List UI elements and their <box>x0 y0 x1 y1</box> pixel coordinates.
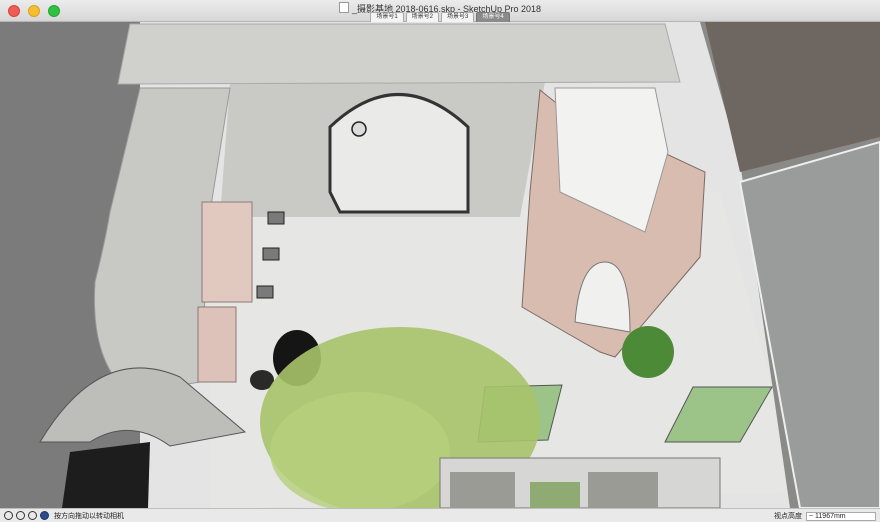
green-table <box>530 482 580 508</box>
potted-plant <box>622 326 674 378</box>
title-bar: _摄影基地 2018-0616.skp - SketchUp Pro 2018 … <box>0 0 880 22</box>
tree-canopy-highlight <box>270 392 450 508</box>
dark-planter <box>62 442 150 508</box>
stool-2 <box>262 247 280 261</box>
measurement-input[interactable]: ~ 11967mm <box>806 511 876 521</box>
geo-location-icon[interactable] <box>4 511 13 520</box>
credits-icon[interactable] <box>16 511 25 520</box>
stool-3 <box>256 285 274 299</box>
scene-tab-4[interactable]: 场景号4 <box>476 12 510 22</box>
orbit-tool-icon <box>40 511 49 520</box>
canopy-slab <box>117 23 681 85</box>
status-message: 按方向拖动以转动相机 <box>54 513 124 520</box>
scene-tab-3[interactable]: 场景号3 <box>441 12 475 22</box>
status-icons <box>4 511 49 520</box>
instructor-icon[interactable] <box>28 511 37 520</box>
courtyard-scene <box>0 22 880 508</box>
chair-right <box>588 472 658 508</box>
measurement-label: 视点高度 <box>774 513 802 520</box>
status-bar: 按方向拖动以转动相机 视点高度 ~ 11967mm <box>0 508 880 522</box>
chair-left <box>450 472 515 508</box>
back-arch <box>328 93 470 214</box>
scene-tabs: 场景号1 场景号2 场景号3 场景号4 <box>0 12 880 22</box>
model-viewport[interactable] <box>0 22 880 508</box>
scene-tab-2[interactable]: 场景号2 <box>405 12 439 22</box>
stool-1 <box>267 211 285 225</box>
bench-cushion-lower <box>197 306 237 383</box>
measurements-box: 视点高度 ~ 11967mm <box>774 511 876 521</box>
arch-ornament <box>351 121 367 137</box>
scene-tab-1[interactable]: 场景号1 <box>370 12 404 22</box>
bench-cushion-upper <box>201 201 253 303</box>
